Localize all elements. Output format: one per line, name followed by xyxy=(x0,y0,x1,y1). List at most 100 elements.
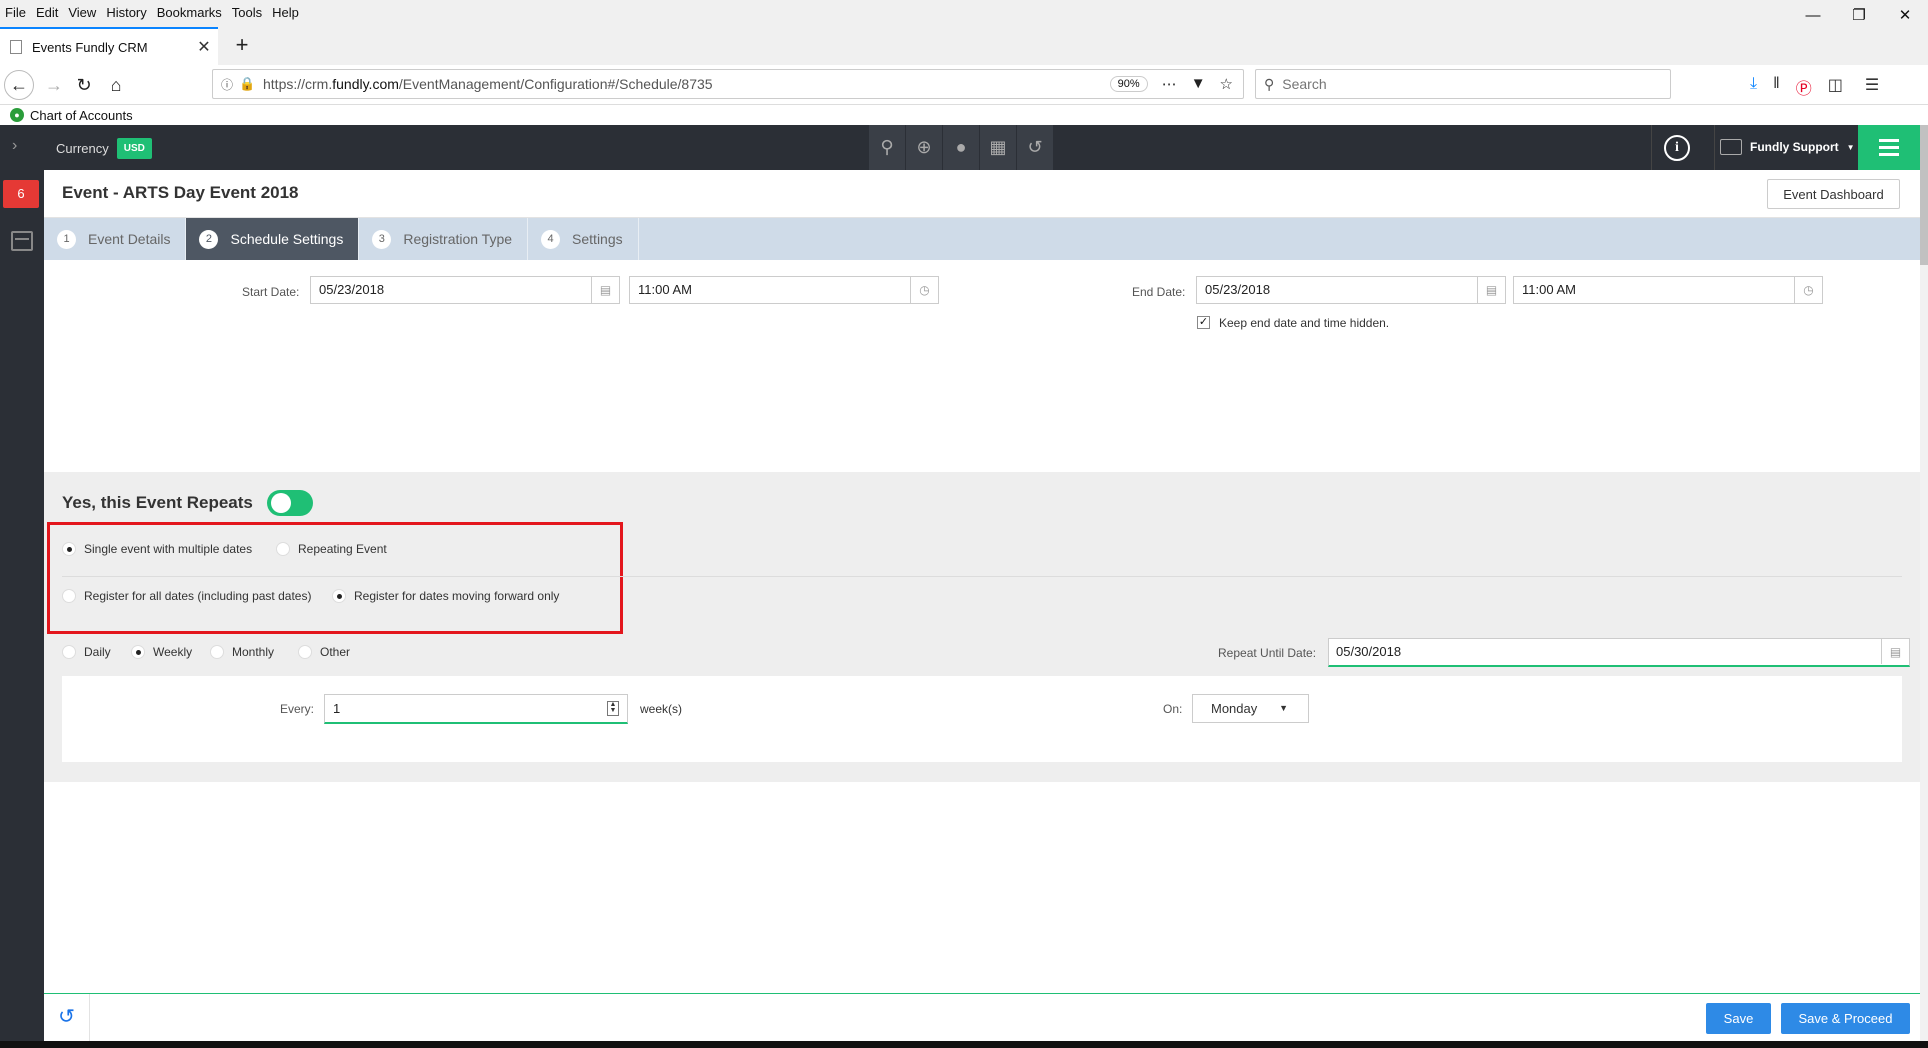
radio-dot xyxy=(298,645,312,659)
radio-weekly[interactable]: Weekly xyxy=(131,645,192,659)
chevron-down-icon: ▼ xyxy=(1279,703,1288,713)
weekday-select[interactable]: Monday ▼ xyxy=(1192,694,1309,723)
step-label: Schedule Settings xyxy=(230,231,344,247)
address-bar[interactable]: ⓘ 🔒 https://crm.fundly.com/EventManageme… xyxy=(212,69,1244,99)
page-favicon-icon xyxy=(10,40,22,54)
download-icon[interactable]: ⤓ xyxy=(1750,75,1757,99)
site-info-icon[interactable]: ⓘ xyxy=(221,76,239,93)
zoom-level[interactable]: 90% xyxy=(1109,76,1148,92)
search-icon[interactable]: ⚲ xyxy=(868,125,905,170)
navigation-bar: ← → ↻ ⌂ ⓘ 🔒 https://crm.fundly.com/Event… xyxy=(0,65,1928,105)
menu-tools[interactable]: Tools xyxy=(227,5,267,20)
end-time-field[interactable]: 11:00 AM ◷ xyxy=(1513,276,1823,304)
keep-hidden-checkbox[interactable]: ✓ xyxy=(1197,316,1210,329)
step-schedule-settings[interactable]: 2 Schedule Settings xyxy=(186,218,360,260)
step-label: Settings xyxy=(572,231,623,247)
calendar-icon[interactable]: ▤ xyxy=(1477,277,1505,303)
calendar-icon[interactable] xyxy=(11,231,33,251)
lock-icon: 🔒 xyxy=(239,76,256,91)
start-date-field[interactable]: 05/23/2018 ▤ xyxy=(310,276,620,304)
every-unit: week(s) xyxy=(640,702,683,716)
os-taskbar xyxy=(0,1041,1928,1048)
end-date-field[interactable]: 05/23/2018 ▤ xyxy=(1196,276,1506,304)
bookmark-star-icon[interactable]: ☆ xyxy=(1220,75,1233,93)
menu-help[interactable]: Help xyxy=(267,5,304,20)
reload-icon[interactable]: ↻ xyxy=(70,71,98,99)
repeats-title: Yes, this Event Repeats xyxy=(62,493,253,512)
pinterest-icon[interactable]: Ⓟ xyxy=(1796,75,1812,99)
new-tab-icon[interactable]: + xyxy=(228,31,256,59)
clock-icon[interactable]: ◷ xyxy=(1794,277,1822,303)
person-icon[interactable]: ● xyxy=(942,125,979,170)
currency-badge[interactable]: USD xyxy=(116,138,152,159)
repeat-until-field[interactable]: 05/30/2018 ▤ xyxy=(1328,638,1910,667)
stepper-arrows-icon[interactable]: ▲ ▼ xyxy=(607,701,619,716)
save-proceed-button[interactable]: Save & Proceed xyxy=(1781,1003,1910,1034)
radio-dot xyxy=(276,542,290,556)
radio-dot xyxy=(210,645,224,659)
scrollbar-thumb[interactable] xyxy=(1920,125,1928,265)
repeats-toggle[interactable] xyxy=(267,490,313,516)
expand-sidebar-icon[interactable]: › xyxy=(12,137,17,155)
home-icon[interactable]: ⌂ xyxy=(102,71,130,99)
radio-daily[interactable]: Daily xyxy=(62,645,111,659)
radio-other[interactable]: Other xyxy=(298,645,350,659)
search-input[interactable] xyxy=(1282,76,1643,92)
end-date-label: End Date: xyxy=(1132,285,1186,299)
currency-indicator: Currency USD xyxy=(56,138,152,159)
radio-repeating-event[interactable]: Repeating Event xyxy=(276,542,387,556)
sidebar-icon[interactable]: ◫ xyxy=(1828,75,1843,99)
add-circle-icon[interactable]: ⊕ xyxy=(905,125,942,170)
radio-register-all-dates[interactable]: Register for all dates (including past d… xyxy=(62,589,311,603)
forward-icon[interactable]: → xyxy=(40,71,68,99)
step-registration-type[interactable]: 3 Registration Type xyxy=(359,218,529,260)
step-event-details[interactable]: 1 Event Details xyxy=(44,218,187,260)
radio-register-forward[interactable]: Register for dates moving forward only xyxy=(332,589,559,603)
start-time-field[interactable]: 11:00 AM ◷ xyxy=(629,276,939,304)
topbar-divider xyxy=(1714,125,1715,170)
browser-menu-icon[interactable]: ☰ xyxy=(1865,75,1879,99)
calendar-icon[interactable]: ▤ xyxy=(1881,639,1909,664)
step-label: Registration Type xyxy=(403,231,513,247)
radio-single-event[interactable]: Single event with multiple dates xyxy=(62,542,252,556)
keep-hidden-label: Keep end date and time hidden. xyxy=(1219,316,1390,330)
step-number: 2 xyxy=(199,229,219,249)
browser-tab[interactable]: Events Fundly CRM ✕ xyxy=(0,27,218,65)
radio-monthly[interactable]: Monthly xyxy=(210,645,274,659)
radio-dot xyxy=(62,589,76,603)
left-rail: › 6 xyxy=(0,125,44,1041)
every-stepper[interactable]: 1 ▲ ▼ xyxy=(324,694,628,724)
clock-icon[interactable]: ◷ xyxy=(910,277,938,303)
search-box[interactable]: ⚲ xyxy=(1255,69,1671,99)
radio-dot xyxy=(62,542,76,556)
calendar-icon[interactable]: ▤ xyxy=(591,277,619,303)
menu-view[interactable]: View xyxy=(63,5,101,20)
step-settings[interactable]: 4 Settings xyxy=(528,218,639,260)
pocket-icon[interactable]: ▼ xyxy=(1191,75,1206,93)
notification-badge[interactable]: 6 xyxy=(3,180,39,208)
app-topbar: Currency USD ⚲ ⊕ ● ▦ ↺ i Fundly Support … xyxy=(44,125,1920,170)
return-icon[interactable]: ↺ xyxy=(44,994,90,1041)
date-time-section: Start Date: 05/23/2018 ▤ 11:00 AM ◷ End … xyxy=(44,260,1920,472)
menu-history[interactable]: History xyxy=(101,5,151,20)
step-number: 4 xyxy=(541,229,561,249)
menu-file[interactable]: File xyxy=(0,5,31,20)
menu-edit[interactable]: Edit xyxy=(31,5,63,20)
info-icon[interactable]: i xyxy=(1664,135,1690,161)
page-scrollbar[interactable] xyxy=(1920,125,1928,1041)
url-text[interactable]: https://crm.fundly.com/EventManagement/C… xyxy=(263,76,1110,92)
library-icon[interactable]: ‖ xyxy=(1773,75,1780,99)
user-menu[interactable]: Fundly Support ▼ xyxy=(1720,139,1855,155)
hamburger-menu-icon[interactable] xyxy=(1858,125,1920,170)
close-tab-icon[interactable]: ✕ xyxy=(190,37,218,57)
menu-bookmarks[interactable]: Bookmarks xyxy=(152,5,227,20)
save-button[interactable]: Save xyxy=(1706,1003,1771,1034)
frequency-panel: Every: 1 ▲ ▼ week(s) On: Monday ▼ xyxy=(62,676,1902,762)
page-actions-icon[interactable]: ⋯ xyxy=(1162,75,1177,93)
back-icon[interactable]: ← xyxy=(4,70,34,100)
bookmark-chart-of-accounts[interactable]: Chart of Accounts xyxy=(30,108,133,123)
highlight-box xyxy=(47,522,623,634)
building-icon[interactable]: ▦ xyxy=(979,125,1016,170)
event-dashboard-button[interactable]: Event Dashboard xyxy=(1767,179,1900,209)
history-icon[interactable]: ↺ xyxy=(1016,125,1053,170)
